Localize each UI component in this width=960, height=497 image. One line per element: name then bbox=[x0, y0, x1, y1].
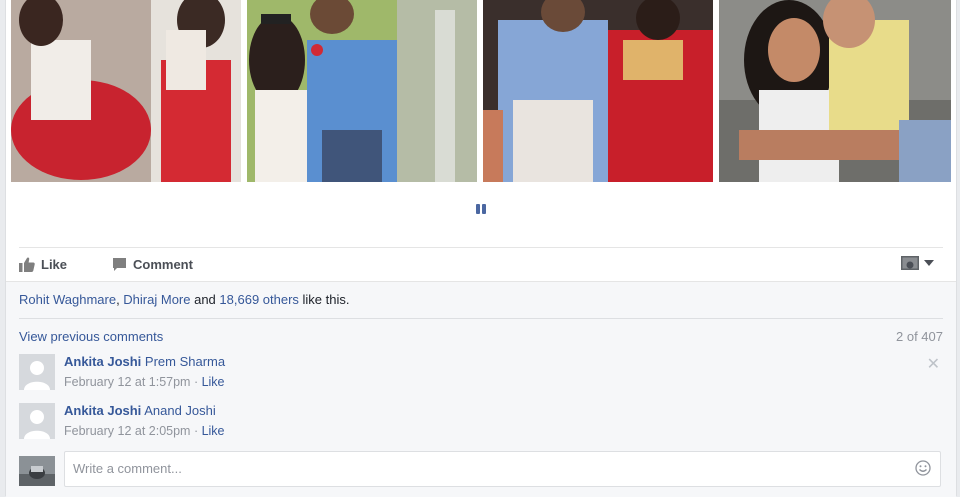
chevron-down-icon bbox=[924, 260, 934, 266]
couple-photo-4-icon bbox=[719, 0, 951, 182]
my-avatar[interactable] bbox=[19, 456, 55, 486]
default-avatar-icon bbox=[19, 354, 55, 390]
comment-input-box[interactable] bbox=[64, 451, 941, 487]
audience-selector[interactable] bbox=[901, 256, 935, 270]
pause-icon-bar bbox=[482, 204, 486, 214]
likes-summary: Rohit Waghmare, Dhiraj More and 18,669 o… bbox=[19, 292, 350, 307]
comment-count: 2 of 407 bbox=[896, 329, 943, 344]
photo-2[interactable] bbox=[247, 0, 477, 182]
comment-like-link[interactable]: Like bbox=[202, 424, 225, 438]
comment-meta: February 12 at 2:05pm · Like bbox=[64, 424, 225, 438]
photo-3[interactable] bbox=[483, 0, 713, 182]
comment-author[interactable]: Ankita Joshi bbox=[64, 354, 141, 369]
comment-item: Ankita Joshi Prem Sharma February 12 at … bbox=[19, 354, 943, 394]
comment-body: Ankita Joshi Prem Sharma February 12 at … bbox=[64, 354, 225, 389]
comment-meta: February 12 at 1:57pm · Like bbox=[64, 375, 225, 389]
comment-timestamp[interactable]: February 12 at 2:05pm bbox=[64, 424, 190, 438]
comment-composer bbox=[19, 451, 943, 487]
default-avatar-icon bbox=[19, 403, 55, 439]
thumbs-up-icon bbox=[19, 257, 35, 272]
pager-indicator[interactable] bbox=[476, 204, 488, 214]
user-photo-icon bbox=[19, 456, 55, 486]
action-bar: Like Comment bbox=[19, 247, 943, 282]
tagged-person[interactable]: Prem Sharma bbox=[145, 354, 225, 369]
comment-timestamp[interactable]: February 12 at 1:57pm bbox=[64, 375, 190, 389]
pause-icon bbox=[476, 204, 480, 214]
comment-button[interactable]: Comment bbox=[112, 257, 193, 272]
liker-link-1[interactable]: Rohit Waghmare bbox=[19, 292, 116, 307]
post-card: Like Comment Rohit Waghmare, Dhiraj More… bbox=[5, 0, 957, 497]
comment-like-link[interactable]: Like bbox=[202, 375, 225, 389]
couple-photo-2-icon bbox=[247, 0, 477, 182]
comments-section: Rohit Waghmare, Dhiraj More and 18,669 o… bbox=[6, 281, 956, 497]
couple-photo-3-icon bbox=[483, 0, 713, 182]
avatar[interactable] bbox=[19, 403, 55, 439]
couple-photo-1-icon bbox=[11, 0, 241, 182]
meta-dot: · bbox=[190, 424, 202, 438]
photo-1[interactable] bbox=[11, 0, 241, 182]
emoji-icon[interactable] bbox=[915, 460, 931, 476]
likers-others-link[interactable]: 18,669 others bbox=[219, 292, 299, 307]
view-previous-comments-link[interactable]: View previous comments bbox=[19, 329, 163, 344]
photo-4[interactable] bbox=[719, 0, 951, 182]
liker-link-2[interactable]: Dhiraj More bbox=[123, 292, 190, 307]
comment-body: Ankita Joshi Anand Joshi February 12 at … bbox=[64, 403, 225, 438]
likes-suffix: like this. bbox=[298, 292, 350, 307]
avatar[interactable] bbox=[19, 354, 55, 390]
audience-icon bbox=[901, 256, 919, 270]
meta-dot: · bbox=[190, 375, 202, 389]
like-button[interactable]: Like bbox=[19, 257, 67, 272]
divider bbox=[19, 318, 943, 319]
comment-bubble-icon bbox=[113, 258, 126, 271]
comment-label: Comment bbox=[133, 257, 193, 272]
likes-and: and bbox=[190, 292, 220, 307]
tagged-person[interactable]: Anand Joshi bbox=[144, 403, 216, 418]
comment-author[interactable]: Ankita Joshi bbox=[64, 403, 141, 418]
photo-grid bbox=[11, 0, 951, 182]
close-icon[interactable]: ✕ bbox=[927, 354, 940, 374]
comment-input[interactable] bbox=[71, 460, 895, 477]
comment-item: Ankita Joshi Anand Joshi February 12 at … bbox=[19, 403, 943, 443]
like-label: Like bbox=[41, 257, 68, 272]
